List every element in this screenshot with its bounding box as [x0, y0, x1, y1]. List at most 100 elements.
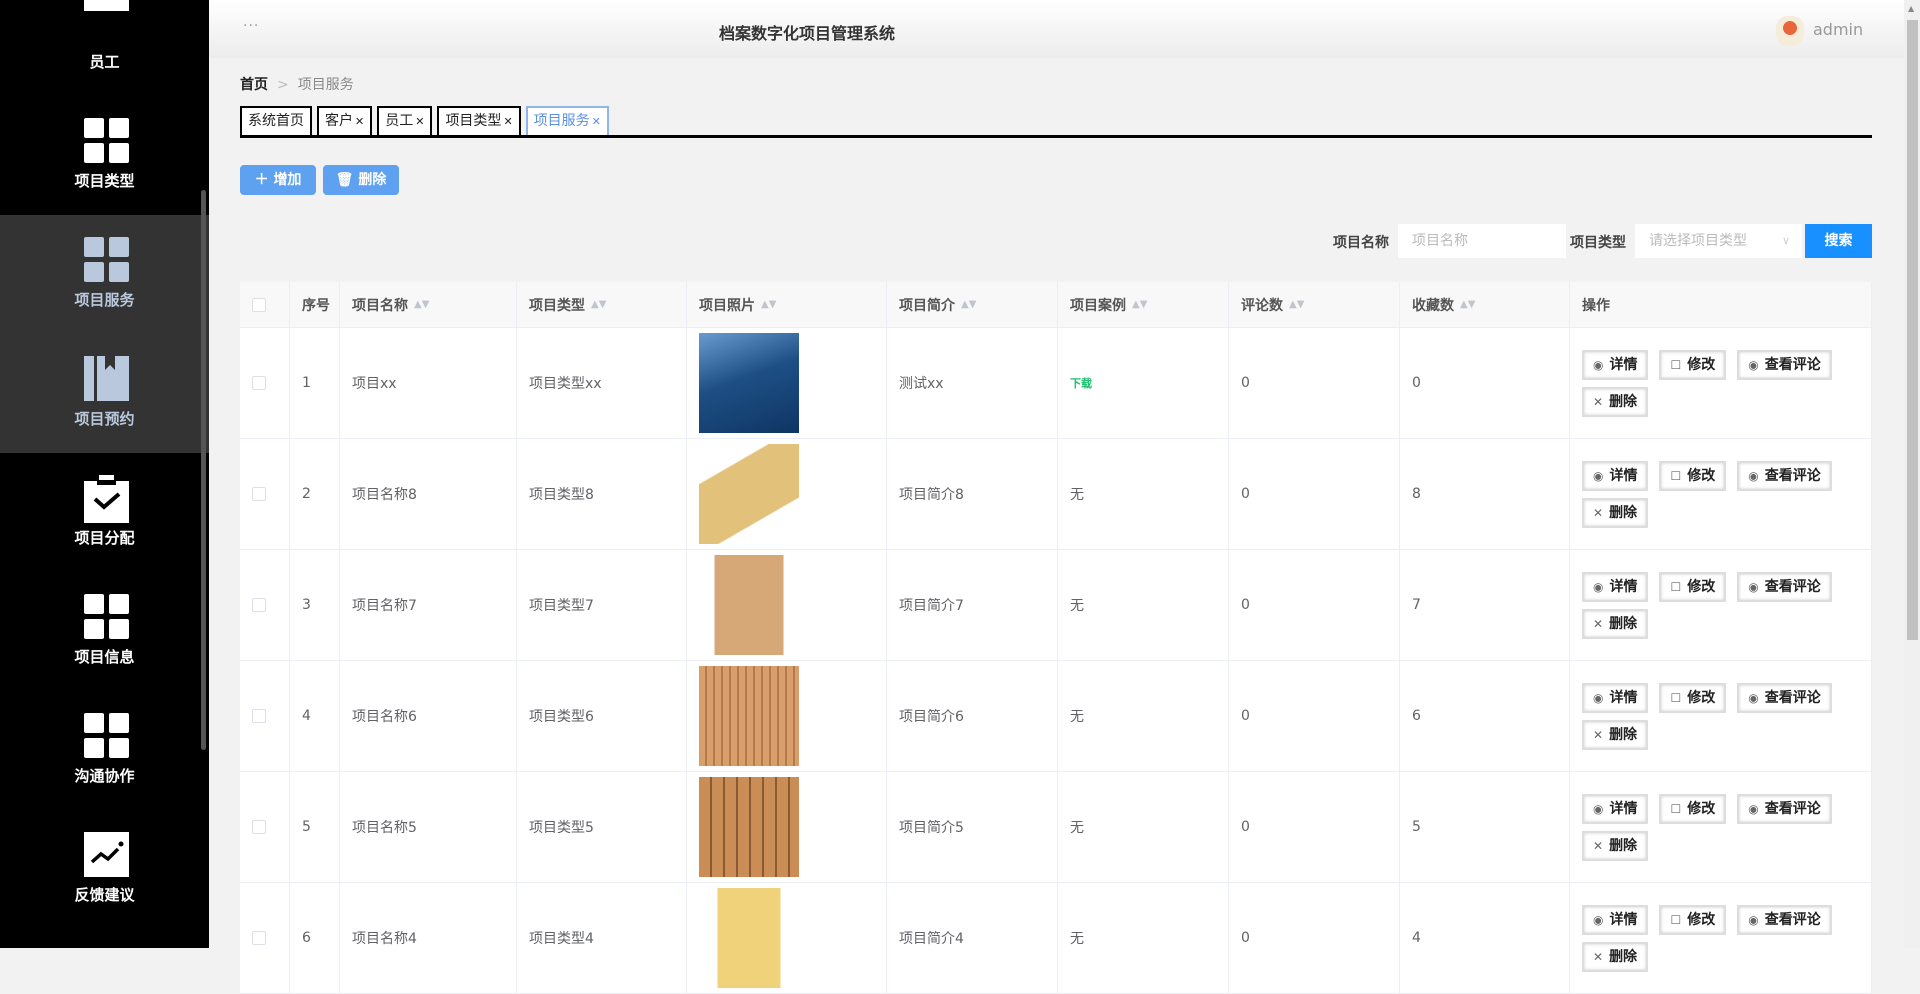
column-header[interactable]: 项目简介▲▼	[887, 282, 1058, 327]
table-row: 5 项目名称5 项目类型5 项目简介5 无 0 5 ◉详情 ☐修改 ◉查看评论 …	[240, 772, 1872, 883]
close-icon[interactable]: ✕	[355, 115, 364, 128]
delete-row-button[interactable]: ✕删除	[1582, 387, 1648, 417]
name-input[interactable]: 项目名称	[1398, 224, 1566, 258]
column-header-label: 项目类型	[529, 295, 585, 315]
view-comments-button[interactable]: ◉查看评论	[1737, 572, 1831, 602]
row-checkbox[interactable]	[252, 598, 266, 612]
detail-button[interactable]: ◉详情	[1582, 572, 1648, 602]
sort-icon[interactable]: ▲▼	[414, 299, 429, 310]
view-comments-button[interactable]: ◉查看评论	[1737, 350, 1831, 380]
close-icon: ✕	[1593, 839, 1603, 853]
detail-button[interactable]: ◉详情	[1582, 794, 1648, 824]
sort-icon[interactable]: ▲▼	[961, 299, 976, 310]
edit-label: 修改	[1687, 468, 1715, 484]
edit-button[interactable]: ☐修改	[1659, 905, 1726, 935]
close-icon[interactable]: ✕	[592, 115, 601, 128]
close-icon[interactable]: ✕	[415, 115, 424, 128]
row-checkbox[interactable]	[252, 376, 266, 390]
column-header-label: 项目照片	[699, 295, 755, 315]
edit-label: 修改	[1687, 912, 1715, 928]
name-label: 项目名称	[1333, 232, 1389, 252]
sidebar-item-1[interactable]: 项目类型	[0, 96, 209, 215]
detail-button[interactable]: ◉详情	[1582, 461, 1648, 491]
row-checkbox[interactable]	[252, 709, 266, 723]
column-header[interactable]: 项目照片 ▲▼	[687, 282, 887, 327]
eye-icon: ◉	[1748, 802, 1758, 816]
select-all-checkbox[interactable]	[252, 298, 266, 312]
project-photo[interactable]	[699, 777, 799, 877]
project-photo[interactable]	[699, 666, 799, 766]
tab-0[interactable]: 系统首页	[240, 106, 312, 135]
add-button[interactable]: ＋ 增加	[240, 165, 316, 195]
search-button[interactable]: 搜索	[1805, 224, 1872, 258]
sidebar-item-3[interactable]: 项目预约	[0, 334, 209, 453]
sidebar-item-5[interactable]: 项目信息	[0, 572, 209, 691]
edit-button[interactable]: ☐修改	[1659, 572, 1726, 602]
type-select[interactable]: 请选择项目类型∨	[1635, 224, 1802, 258]
sidebar-item-7[interactable]: 反馈建议	[0, 810, 209, 929]
cell-name: 项目xx	[340, 328, 517, 438]
delete-row-button[interactable]: ✕删除	[1582, 498, 1648, 528]
close-icon: ✕	[1593, 950, 1603, 964]
tab-3[interactable]: 项目类型✕	[437, 106, 520, 135]
edit-button[interactable]: ☐修改	[1659, 683, 1726, 713]
tab-2[interactable]: 员工✕	[377, 106, 432, 135]
download-link[interactable]: 下载	[1070, 375, 1092, 391]
view-comments-button[interactable]: ◉查看评论	[1737, 683, 1831, 713]
edit-icon: ☐	[1670, 358, 1681, 372]
tab-4[interactable]: 项目服务✕	[526, 106, 609, 135]
sidebar-item-2[interactable]: 项目服务	[0, 215, 209, 334]
sort-icon[interactable]: ▲▼	[761, 299, 776, 310]
edit-button[interactable]: ☐修改	[1659, 461, 1726, 491]
edit-button[interactable]: ☐修改	[1659, 350, 1726, 380]
project-photo[interactable]	[699, 888, 799, 988]
sort-icon[interactable]: ▲▼	[1289, 299, 1304, 310]
page-scrollbar[interactable]: ▲	[1904, 0, 1920, 948]
view-comments-button[interactable]: ◉查看评论	[1737, 461, 1831, 491]
avatar[interactable]	[1776, 16, 1804, 46]
column-header[interactable]: 项目案例▲▼	[1058, 282, 1229, 327]
sidebar-item-6[interactable]: 沟通协作	[0, 691, 209, 810]
delete-row-button[interactable]: ✕删除	[1582, 609, 1648, 639]
column-header[interactable]: 项目类型 ▲▼	[517, 282, 687, 327]
delete-row-button[interactable]: ✕删除	[1582, 831, 1648, 861]
column-header[interactable]: 评论数▲▼	[1229, 282, 1400, 327]
delete-row-button[interactable]: ✕删除	[1582, 720, 1648, 750]
sidebar-scrollbar[interactable]	[201, 190, 206, 750]
column-header[interactable]: 收藏数▲▼	[1400, 282, 1570, 327]
sidebar-item-0[interactable]: 员工	[0, 0, 209, 96]
detail-button[interactable]: ◉详情	[1582, 350, 1648, 380]
delete-button[interactable]: 🗑 删除	[323, 165, 399, 195]
cell-intro: 测试xx	[887, 328, 1058, 438]
row-checkbox[interactable]	[252, 931, 266, 945]
edit-button[interactable]: ☐修改	[1659, 794, 1726, 824]
breadcrumb-home[interactable]: 首页	[240, 77, 268, 93]
eye-icon: ◉	[1748, 913, 1758, 927]
tab-1[interactable]: 客户✕	[317, 106, 372, 135]
scroll-up-icon[interactable]: ▲	[1908, 4, 1914, 13]
delete-row-button[interactable]: ✕删除	[1582, 942, 1648, 972]
row-checkbox[interactable]	[252, 487, 266, 501]
row-checkbox[interactable]	[252, 820, 266, 834]
scrollbar-thumb[interactable]	[1907, 20, 1918, 640]
username[interactable]: admin	[1813, 20, 1863, 39]
sort-icon[interactable]: ▲▼	[1460, 299, 1475, 310]
column-header: 操作	[1570, 282, 1872, 327]
detail-button[interactable]: ◉详情	[1582, 683, 1648, 713]
close-icon[interactable]: ✕	[503, 115, 512, 128]
project-photo[interactable]	[699, 333, 799, 433]
project-photo[interactable]	[699, 555, 799, 655]
view-comments-button[interactable]: ◉查看评论	[1737, 794, 1831, 824]
menu-toggle-icon[interactable]: ···	[243, 18, 259, 34]
sort-icon[interactable]: ▲▼	[1132, 299, 1147, 310]
view-comments-label: 查看评论	[1765, 357, 1821, 373]
project-photo[interactable]	[699, 444, 799, 544]
column-header[interactable]: 项目名称▲▼	[340, 282, 517, 327]
cell-case: 无	[1070, 595, 1084, 615]
eye-icon: ◉	[1593, 691, 1603, 705]
sort-icon[interactable]: ▲▼	[591, 299, 606, 310]
detail-button[interactable]: ◉详情	[1582, 905, 1648, 935]
view-comments-label: 查看评论	[1765, 912, 1821, 928]
view-comments-button[interactable]: ◉ 查看评论	[1737, 905, 1831, 935]
sidebar-item-4[interactable]: 项目分配	[0, 453, 209, 572]
